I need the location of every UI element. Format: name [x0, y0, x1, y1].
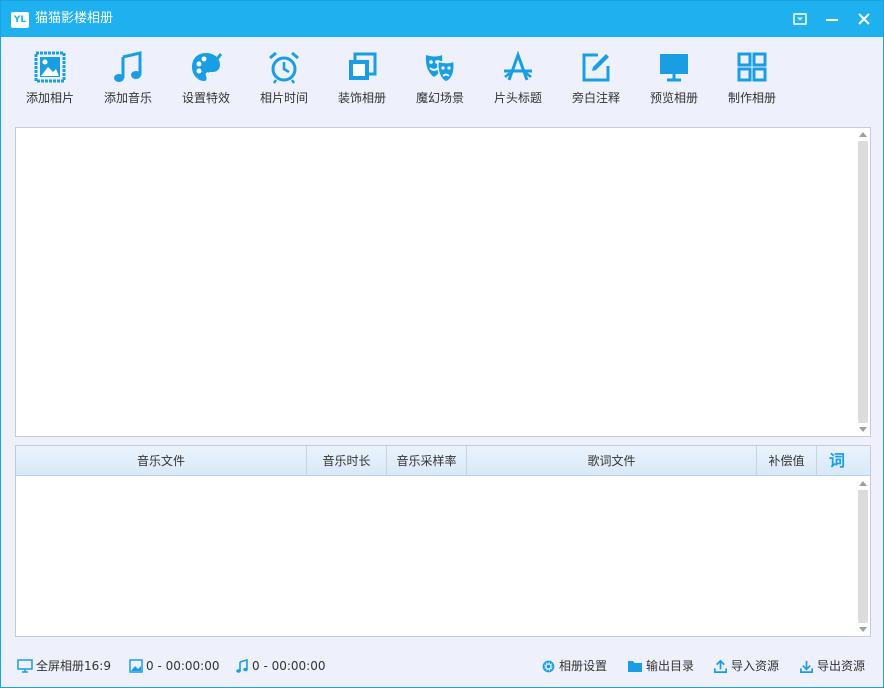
title-bar[interactable]: YL 猫猫影楼相册 [1, 1, 883, 37]
window-menu-button[interactable] [787, 7, 813, 31]
gear-icon [542, 660, 555, 672]
alarm-clock-icon [269, 51, 299, 84]
main-toolbar: 添加相片 添加音乐 设置特效 相片时间 装饰相册 魔幻场景 片头标题 旁白注释 … [1, 37, 883, 117]
palette-icon [192, 53, 223, 81]
grid-icon [737, 52, 767, 82]
toolbar-label: 旁白注释 [571, 91, 620, 105]
column-compensation[interactable]: 补偿值 [757, 446, 817, 476]
import-resources-button[interactable]: 导入资源 [713, 657, 779, 675]
monitor-icon [660, 54, 688, 82]
theater-mask-icon [425, 55, 455, 83]
music-list-scrollbar[interactable] [857, 478, 869, 635]
scroll-up-arrow-icon[interactable] [859, 132, 867, 137]
display-mode-label: 全屏相册16:9 [36, 659, 111, 673]
close-icon [858, 13, 870, 25]
column-sample-rate[interactable]: 音乐采样率 [387, 446, 467, 476]
download-icon [800, 660, 813, 673]
window-title: 猫猫影楼相册 [35, 11, 114, 26]
column-music-file[interactable]: 音乐文件 [16, 446, 307, 476]
toolbar-label: 添加相片 [25, 91, 74, 105]
app-window: YL 猫猫影楼相册 添加相片 添加音乐 设置特效 相片时间 装饰相册 魔幻场景 … [0, 0, 884, 688]
toolbar-label: 魔幻场景 [415, 91, 464, 105]
toolbar-label: 预览相册 [649, 91, 698, 105]
column-lyric-file[interactable]: 歌词文件 [467, 446, 757, 476]
toolbar-make-album[interactable]: 制作相册 [715, 49, 789, 111]
import-resources-label: 导入资源 [731, 659, 780, 673]
scroll-thumb[interactable] [858, 141, 868, 423]
music-table-body[interactable] [16, 477, 870, 636]
album-settings-label: 相册设置 [559, 659, 608, 673]
picture-icon [34, 51, 66, 83]
scroll-up-arrow-icon[interactable] [859, 481, 867, 486]
photo-list-panel[interactable] [15, 127, 871, 437]
toolbar-label: 片头标题 [493, 91, 542, 105]
title-a-icon [504, 50, 532, 81]
toolbar-label: 装饰相册 [337, 91, 386, 105]
scroll-down-arrow-icon[interactable] [859, 627, 867, 632]
edit-note-icon [582, 53, 610, 82]
dropdown-box-icon [793, 13, 807, 25]
toolbar-add-music[interactable]: 添加音乐 [91, 49, 165, 111]
export-resources-label: 导出资源 [817, 659, 866, 673]
toolbar-magic-scene[interactable]: 魔幻场景 [403, 49, 477, 111]
picture-icon [129, 659, 143, 673]
music-note-icon [236, 659, 248, 673]
stacked-frames-icon [349, 52, 377, 80]
scroll-thumb[interactable] [858, 490, 868, 623]
toolbar-label: 制作相册 [727, 91, 776, 105]
display-mode-indicator[interactable]: 全屏相册16:9 [17, 657, 111, 675]
upload-icon [714, 659, 727, 673]
toolbar-set-effects[interactable]: 设置特效 [169, 49, 243, 111]
status-bar: 全屏相册16:9 0 - 00:00:00 0 - 00:00:00 相册设置 … [1, 645, 883, 687]
music-table-header: 音乐文件 音乐时长 音乐采样率 歌词文件 补偿值 词 [16, 446, 870, 476]
toolbar-photo-time[interactable]: 相片时间 [247, 49, 321, 111]
folder-icon [628, 661, 642, 672]
toolbar-decorate-album[interactable]: 装饰相册 [325, 49, 399, 111]
export-resources-button[interactable]: 导出资源 [799, 657, 865, 675]
toolbar-narration[interactable]: 旁白注释 [559, 49, 633, 111]
lyric-button[interactable]: 词 [817, 446, 857, 476]
lyric-icon: 词 [828, 451, 845, 470]
photo-summary: 0 - 00:00:00 [146, 659, 220, 673]
music-count-indicator: 0 - 00:00:00 [235, 657, 326, 675]
toolbar-add-photo[interactable]: 添加相片 [13, 49, 87, 111]
minimize-button[interactable] [819, 7, 845, 31]
music-table: 音乐文件 音乐时长 音乐采样率 歌词文件 补偿值 词 [15, 445, 871, 637]
minimize-icon [826, 19, 838, 21]
music-note-icon [114, 51, 142, 82]
photo-list-scrollbar[interactable] [857, 129, 869, 435]
toolbar-label: 设置特效 [181, 91, 230, 105]
output-directory-button[interactable]: 输出目录 [627, 657, 694, 675]
column-music-duration[interactable]: 音乐时长 [307, 446, 387, 476]
photo-count-indicator: 0 - 00:00:00 [129, 657, 220, 675]
output-directory-label: 输出目录 [646, 659, 695, 673]
scroll-down-arrow-icon[interactable] [859, 427, 867, 432]
close-button[interactable] [851, 7, 877, 31]
album-settings-button[interactable]: 相册设置 [541, 657, 607, 675]
music-summary: 0 - 00:00:00 [252, 659, 326, 673]
toolbar-opening-title[interactable]: 片头标题 [481, 49, 555, 111]
toolbar-label: 相片时间 [259, 91, 308, 105]
toolbar-label: 添加音乐 [103, 91, 152, 105]
app-logo: YL [11, 12, 29, 28]
toolbar-preview-album[interactable]: 预览相册 [637, 49, 711, 111]
monitor-icon [17, 659, 33, 673]
